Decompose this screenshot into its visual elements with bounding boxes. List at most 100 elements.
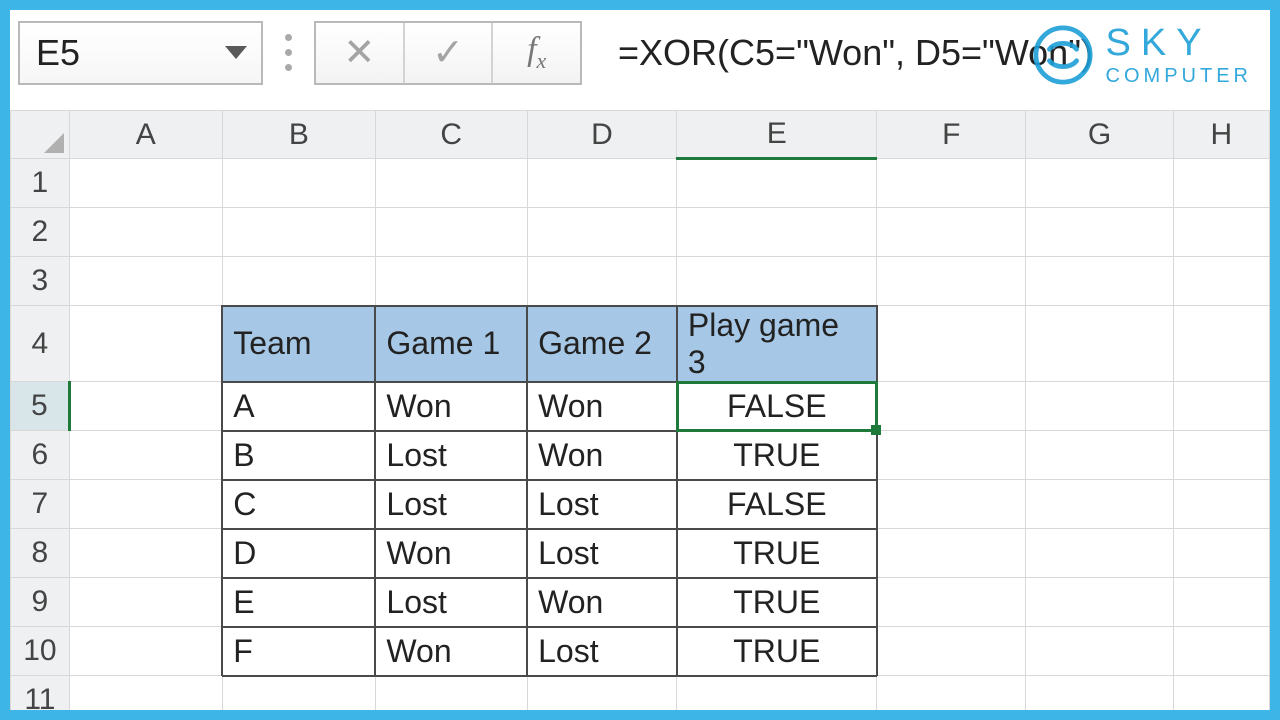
cell-B11[interactable] — [222, 676, 375, 711]
cell-D9[interactable]: Won — [527, 578, 677, 627]
cell-H11[interactable] — [1173, 676, 1269, 711]
cell-F1[interactable] — [877, 159, 1026, 208]
cell-E6[interactable]: TRUE — [677, 431, 877, 480]
cell-E4[interactable]: Play game 3 — [677, 306, 877, 382]
cell-C6[interactable]: Lost — [375, 431, 527, 480]
cell-C9[interactable]: Lost — [375, 578, 527, 627]
row-header-3[interactable]: 3 — [11, 257, 70, 306]
cell-F3[interactable] — [877, 257, 1026, 306]
cell-A1[interactable] — [69, 159, 222, 208]
cell-F4[interactable] — [877, 306, 1026, 382]
cell-B4[interactable]: Team — [222, 306, 375, 382]
row-header-8[interactable]: 8 — [11, 529, 70, 578]
cell-H7[interactable] — [1173, 480, 1269, 529]
cell-C11[interactable] — [375, 676, 527, 711]
cell-E2[interactable] — [677, 208, 877, 257]
row-header-4[interactable]: 4 — [11, 306, 70, 382]
cell-D1[interactable] — [527, 159, 677, 208]
cell-B7[interactable]: C — [222, 480, 375, 529]
row-header-1[interactable]: 1 — [11, 159, 70, 208]
cell-A7[interactable] — [69, 480, 222, 529]
col-header-B[interactable]: B — [222, 111, 375, 159]
cell-G8[interactable] — [1026, 529, 1173, 578]
col-header-H[interactable]: H — [1173, 111, 1269, 159]
cell-A6[interactable] — [69, 431, 222, 480]
cell-H9[interactable] — [1173, 578, 1269, 627]
cell-A2[interactable] — [69, 208, 222, 257]
cell-D3[interactable] — [527, 257, 677, 306]
cell-H3[interactable] — [1173, 257, 1269, 306]
cell-A9[interactable] — [69, 578, 222, 627]
cell-A11[interactable] — [69, 676, 222, 711]
cell-H10[interactable] — [1173, 627, 1269, 676]
cell-G2[interactable] — [1026, 208, 1173, 257]
cell-F6[interactable] — [877, 431, 1026, 480]
cell-F7[interactable] — [877, 480, 1026, 529]
col-header-G[interactable]: G — [1026, 111, 1173, 159]
cell-A4[interactable] — [69, 306, 222, 382]
cell-B9[interactable]: E — [222, 578, 375, 627]
cell-G4[interactable] — [1026, 306, 1173, 382]
cancel-button[interactable]: ✕ — [316, 23, 403, 83]
cell-H4[interactable] — [1173, 306, 1269, 382]
cell-F11[interactable] — [877, 676, 1026, 711]
cell-A10[interactable] — [69, 627, 222, 676]
cell-G9[interactable] — [1026, 578, 1173, 627]
cell-G3[interactable] — [1026, 257, 1173, 306]
cell-E1[interactable] — [677, 159, 877, 208]
cell-C7[interactable]: Lost — [375, 480, 527, 529]
cell-E3[interactable] — [677, 257, 877, 306]
cell-H8[interactable] — [1173, 529, 1269, 578]
cell-G10[interactable] — [1026, 627, 1173, 676]
cell-A5[interactable] — [69, 382, 222, 431]
cell-B5[interactable]: A — [222, 382, 375, 431]
cell-E8[interactable]: TRUE — [677, 529, 877, 578]
cell-D8[interactable]: Lost — [527, 529, 677, 578]
cell-E7[interactable]: FALSE — [677, 480, 877, 529]
cell-D2[interactable] — [527, 208, 677, 257]
row-header-7[interactable]: 7 — [11, 480, 70, 529]
name-box[interactable]: E5 — [18, 21, 263, 85]
cell-G7[interactable] — [1026, 480, 1173, 529]
col-header-E[interactable]: E — [677, 111, 877, 159]
col-header-D[interactable]: D — [527, 111, 677, 159]
cell-D10[interactable]: Lost — [527, 627, 677, 676]
cell-E11[interactable] — [677, 676, 877, 711]
cell-D7[interactable]: Lost — [527, 480, 677, 529]
chevron-down-icon[interactable] — [225, 46, 247, 59]
cell-B2[interactable] — [222, 208, 375, 257]
cell-B3[interactable] — [222, 257, 375, 306]
cell-D6[interactable]: Won — [527, 431, 677, 480]
cell-H2[interactable] — [1173, 208, 1269, 257]
row-header-11[interactable]: 11 — [11, 676, 70, 711]
cell-A3[interactable] — [69, 257, 222, 306]
insert-function-button[interactable]: fx — [491, 23, 580, 83]
col-header-F[interactable]: F — [877, 111, 1026, 159]
cell-D4[interactable]: Game 2 — [527, 306, 677, 382]
row-header-5[interactable]: 5 — [11, 382, 70, 431]
cell-B1[interactable] — [222, 159, 375, 208]
cell-G5[interactable] — [1026, 382, 1173, 431]
cell-C5[interactable]: Won — [375, 382, 527, 431]
cell-E10[interactable]: TRUE — [677, 627, 877, 676]
cell-C2[interactable] — [375, 208, 527, 257]
cell-F2[interactable] — [877, 208, 1026, 257]
cell-E9[interactable]: TRUE — [677, 578, 877, 627]
cell-C4[interactable]: Game 1 — [375, 306, 527, 382]
cell-D11[interactable] — [527, 676, 677, 711]
cell-C8[interactable]: Won — [375, 529, 527, 578]
cell-G11[interactable] — [1026, 676, 1173, 711]
cell-F5[interactable] — [877, 382, 1026, 431]
cell-C1[interactable] — [375, 159, 527, 208]
cell-F9[interactable] — [877, 578, 1026, 627]
spreadsheet-grid[interactable]: A B C D E F G H 1 2 3 — [10, 110, 1270, 710]
cell-C10[interactable]: Won — [375, 627, 527, 676]
cell-C3[interactable] — [375, 257, 527, 306]
row-header-6[interactable]: 6 — [11, 431, 70, 480]
cell-H6[interactable] — [1173, 431, 1269, 480]
cell-F10[interactable] — [877, 627, 1026, 676]
row-header-10[interactable]: 10 — [11, 627, 70, 676]
cell-G6[interactable] — [1026, 431, 1173, 480]
select-all-corner[interactable] — [11, 111, 70, 159]
row-header-2[interactable]: 2 — [11, 208, 70, 257]
